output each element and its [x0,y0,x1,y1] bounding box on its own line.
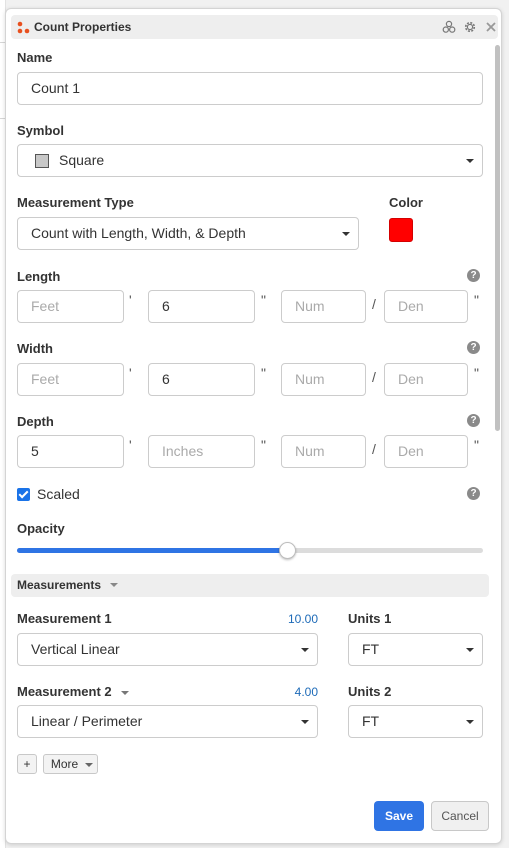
measurement1-label: Measurement 1 [17,611,112,626]
measurement2-dropdown-icon[interactable] [121,691,129,695]
count-properties-dialog: Count Properties Name Count 1 Symbol Squ… [5,8,502,844]
length-num-input[interactable]: Num [281,290,366,323]
measurement2-value: 4.00 [294,685,318,699]
feet-mark: ' [129,292,132,308]
help-icon[interactable]: ? [467,487,480,500]
gear-icon[interactable] [463,20,477,34]
color-label: Color [389,195,423,210]
opacity-slider-thumb[interactable] [279,542,297,559]
measurement1-type-select[interactable]: Vertical Linear [17,633,318,666]
inches-mark: " [474,365,479,381]
measurement2-type-select[interactable]: Linear / Perimeter [17,705,318,738]
color-swatch[interactable] [389,218,413,242]
chevron-down-icon [85,763,93,767]
chevron-down-icon [342,232,350,236]
feet-mark: ' [129,437,132,453]
feet-mark: ' [129,365,132,381]
depth-num-input[interactable]: Num [281,435,366,468]
add-measurement-button[interactable]: + [17,754,37,774]
units2-label: Units 2 [348,684,392,699]
symbol-value: Square [59,152,105,168]
help-icon[interactable]: ? [467,341,480,354]
name-label: Name [17,50,53,65]
depth-inches-input[interactable]: Inches [148,435,255,468]
fraction-slash: / [372,296,376,312]
length-den-input[interactable]: Den [384,290,468,323]
save-button[interactable]: Save [374,801,424,831]
symbol-label: Symbol [17,123,64,138]
chevron-down-icon [301,648,309,652]
inches-mark: " [261,365,266,381]
width-den-input[interactable]: Den [384,363,468,396]
inches-mark: " [474,437,479,453]
depth-label: Depth [17,414,54,429]
square-symbol-icon [35,154,49,168]
measurements-section-header[interactable]: Measurements [11,574,489,597]
units2-value: FT [362,713,380,729]
measurement-type-label: Measurement Type [17,195,134,210]
scaled-checkbox[interactable] [17,488,30,501]
inches-mark: " [474,292,479,308]
length-label: Length [17,269,61,284]
more-button[interactable]: More [43,754,98,774]
inches-mark: " [261,292,266,308]
scaled-label: Scaled [37,486,80,502]
fraction-slash: / [372,369,376,385]
chevron-down-icon [110,583,118,587]
chevron-down-icon [466,159,474,163]
units1-value: FT [362,641,380,657]
symbol-select[interactable]: Square [17,144,483,177]
measurement2-label: Measurement 2 [17,684,112,699]
measurement-type-select[interactable]: Count with Length, Width, & Depth [17,217,359,250]
width-feet-input[interactable]: Feet [17,363,124,396]
width-label: Width [17,341,53,356]
fraction-slash: / [372,441,376,457]
units1-select[interactable]: FT [348,633,483,666]
help-icon[interactable]: ? [467,269,480,282]
measurement1-type-value: Vertical Linear [31,641,120,657]
measurement2-type-value: Linear / Perimeter [31,713,143,729]
scrollbar-thumb[interactable] [495,45,500,431]
chevron-down-icon [466,648,474,652]
inches-mark: " [261,437,266,453]
length-inches-input[interactable]: 6 [148,290,255,323]
app-logo-icon [17,21,30,34]
length-feet-input[interactable]: Feet [17,290,124,323]
chevron-down-icon [466,720,474,724]
dialog-title: Count Properties [34,20,132,34]
scrollbar[interactable] [495,41,500,441]
measurements-section-title: Measurements [17,578,102,592]
measurement-type-value: Count with Length, Width, & Depth [31,225,246,241]
chevron-down-icon [301,720,309,724]
opacity-label: Opacity [17,521,65,536]
width-num-input[interactable]: Num [281,363,366,396]
nodes-icon[interactable] [442,20,456,34]
name-input[interactable]: Count 1 [17,72,483,105]
more-button-label: More [50,757,79,771]
depth-den-input[interactable]: Den [384,435,468,468]
dialog-titlebar[interactable]: Count Properties [11,15,498,39]
opacity-slider[interactable] [17,542,483,559]
measurement1-value: 10.00 [287,612,318,626]
help-icon[interactable]: ? [467,414,480,427]
width-inches-input[interactable]: 6 [148,363,255,396]
opacity-slider-fill [17,548,288,553]
units2-select[interactable]: FT [348,705,483,738]
cancel-button[interactable]: Cancel [431,801,489,831]
close-icon[interactable] [484,20,498,34]
units1-label: Units 1 [348,611,392,626]
depth-feet-input[interactable]: 5 [17,435,124,468]
